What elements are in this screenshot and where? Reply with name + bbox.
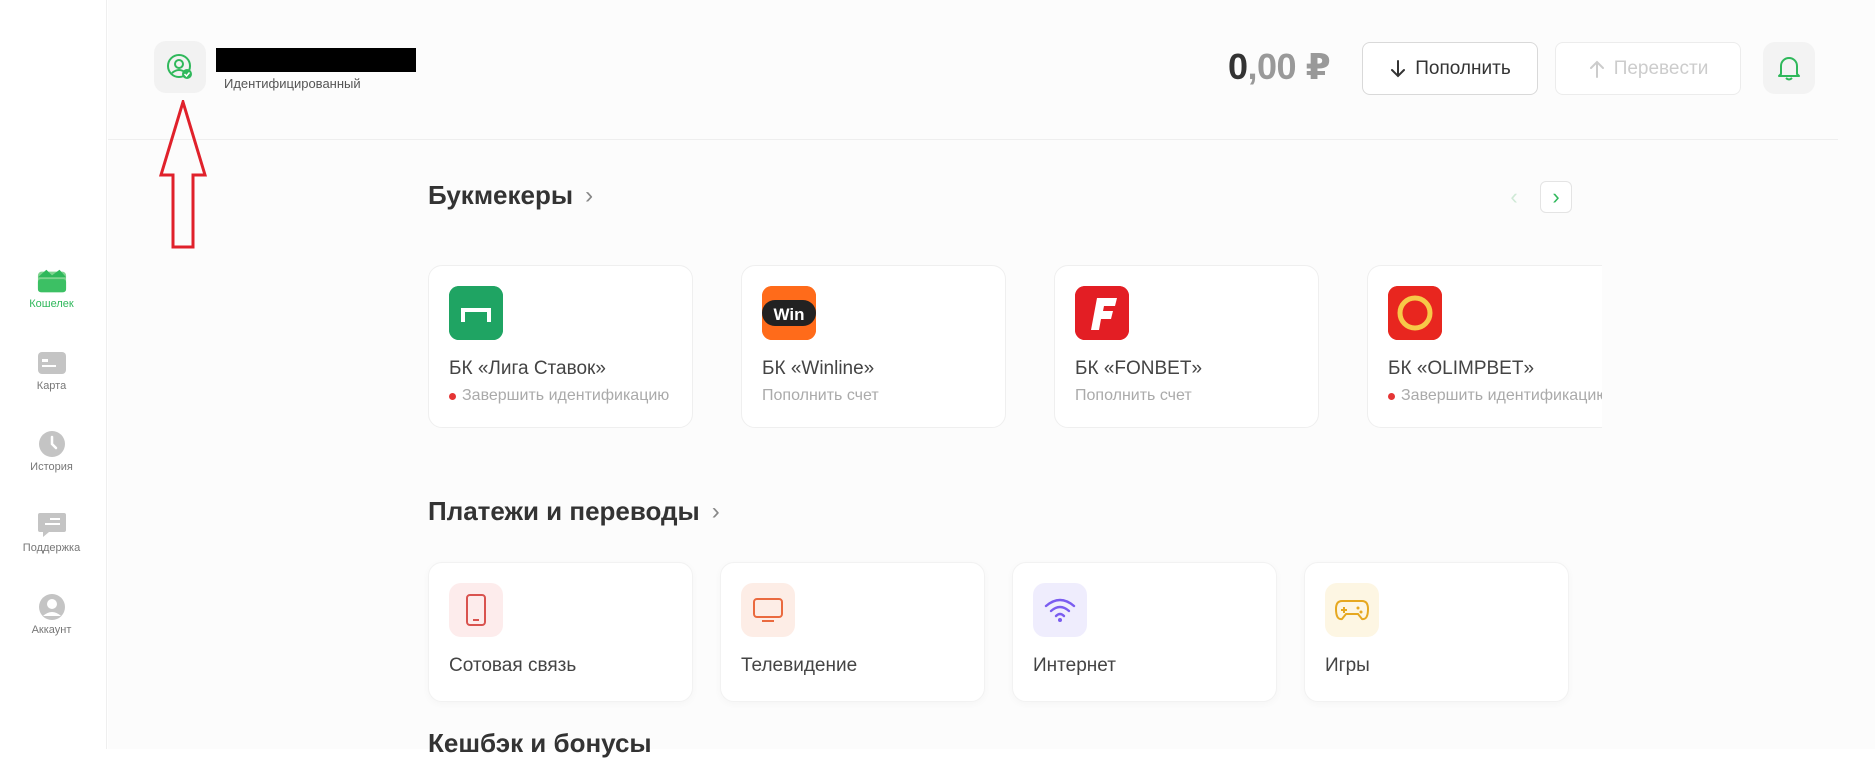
winline-logo: Win [762,286,816,340]
payment-label: Интернет [1033,655,1116,676]
sidebar-item-label: Карта [36,380,67,392]
topup-button[interactable]: Пополнить [1362,42,1538,95]
main-content: Идентифицированный 0,00 ₽ Пополнить Пере… [108,0,1875,758]
bookmaker-card-liga[interactable]: БК «Лига Ставок» Завершить идентификацию [428,265,693,428]
bookmaker-card-olimpbet[interactable]: БК «OLIMPBET» Завершить идентификацию [1367,265,1602,428]
payments-title[interactable]: Платежи и переводы › [428,496,720,527]
sidebar: Кошелек Карта История Поддержка Аккаунт [0,0,107,749]
cashback-title[interactable]: Кешбэк и бонусы [428,728,652,759]
bookmaker-status-text: Пополнить счет [762,387,879,404]
payment-label: Игры [1325,655,1370,676]
bookmaker-status: Завершить идентификацию [1388,387,1602,405]
sidebar-item-label: Поддержка [22,542,81,554]
transfer-button[interactable]: Перевести [1555,42,1741,95]
balance-integer: 0 [1228,46,1248,87]
sidebar-item-label: Кошелек [29,298,74,310]
bookmaker-status: Пополнить счет [762,387,879,405]
sidebar-item-support[interactable]: Поддержка [0,512,103,554]
payment-label: Сотовая связь [449,655,577,676]
sidebar-item-card[interactable]: Карта [0,350,103,392]
notifications-button[interactable] [1763,42,1815,94]
bookmaker-status-text: Завершить идентификацию [1401,387,1602,404]
balance-decimals: ,00 [1247,46,1297,87]
gamepad-icon [1325,583,1379,637]
carousel-next-button[interactable]: › [1540,181,1572,213]
arrow-up-icon [1589,60,1604,78]
bell-icon [1778,57,1800,81]
payment-card-games[interactable]: Игры [1304,562,1569,702]
payment-card-tv[interactable]: Телевидение [720,562,985,702]
chevron-left-icon: ‹ [1510,184,1518,209]
topup-label: Пополнить [1415,57,1511,79]
header: Идентифицированный 0,00 ₽ Пополнить Пере… [108,0,1838,140]
svg-text:Win: Win [773,305,804,324]
payment-card-mobile[interactable]: Сотовая связь [428,562,693,702]
bookmaker-name: БК «FONBET» [1075,358,1203,379]
balance: 0,00 ₽ [1228,46,1331,88]
user-icon [37,594,67,620]
bookmaker-name: БК «Winline» [762,358,875,379]
annotation-arrow [158,100,208,249]
redacted-username [216,48,416,72]
bookmaker-status: Пополнить счет [1075,387,1192,405]
clock-icon [37,431,67,457]
fonbet-logo [1075,286,1129,340]
wifi-icon [1033,583,1087,637]
bookmaker-status-text: Пополнить счет [1075,387,1192,404]
bookmaker-status-text: Завершить идентификацию [462,387,670,404]
payment-card-internet[interactable]: Интернет [1012,562,1277,702]
bookmakers-title[interactable]: Букмекеры › [428,180,593,211]
bookmaker-name: БК «Лига Ставок» [449,358,606,379]
profile-status: Идентифицированный [224,76,361,91]
phone-icon [449,583,503,637]
bookmaker-card-winline[interactable]: Win БК «Winline» Пополнить счет [741,265,1006,428]
sidebar-item-label: Аккаунт [31,624,72,636]
chevron-right-icon: › [711,497,720,525]
payment-label: Телевидение [741,655,858,676]
sidebar-item-wallet[interactable]: Кошелек [0,268,103,310]
wallet-icon [37,268,67,294]
warning-dot [449,392,456,400]
liga-stavok-logo [449,286,503,340]
card-icon [37,350,67,376]
sidebar-item-account[interactable]: Аккаунт [0,594,103,636]
payments-title-text: Платежи и переводы [428,496,700,526]
transfer-label: Перевести [1613,57,1709,79]
bookmaker-name: БК «OLIMPBET» [1388,358,1535,379]
sidebar-item-history[interactable]: История [0,431,103,473]
profile-button[interactable] [154,41,206,93]
bookmakers-title-text: Букмекеры [428,180,574,210]
verified-user-icon [167,54,192,79]
bookmaker-status: Завершить идентификацию [449,387,669,405]
currency-symbol: ₽ [1305,46,1331,87]
arrow-down-icon [1391,59,1406,77]
bookmaker-card-fonbet[interactable]: БК «FONBET» Пополнить счет [1054,265,1319,428]
tv-icon [741,583,795,637]
carousel-prev-button[interactable]: ‹ [1498,181,1530,213]
sidebar-item-label: История [30,461,73,473]
chat-icon [37,512,67,538]
chevron-right-icon: › [585,181,594,209]
warning-dot [1388,392,1395,400]
chevron-right-icon: › [1552,184,1560,209]
olimpbet-logo [1388,286,1442,340]
